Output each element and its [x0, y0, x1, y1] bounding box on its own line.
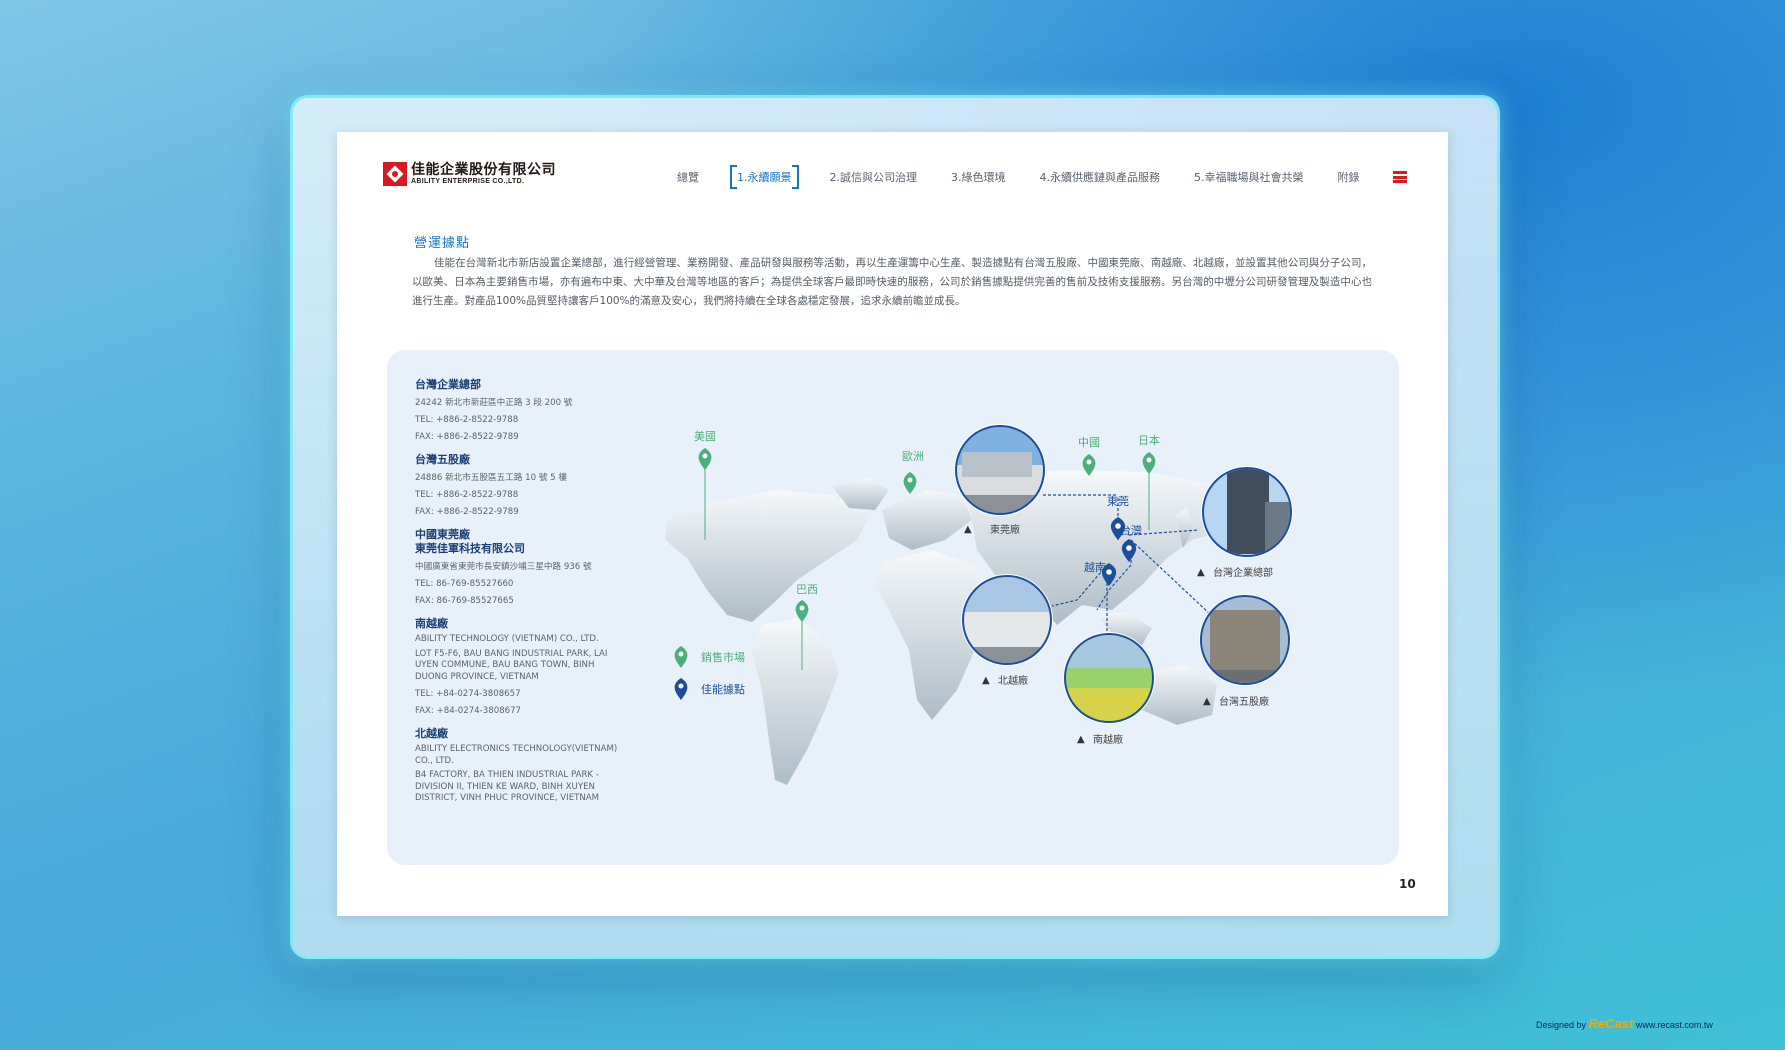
company: ABILITY TECHNOLOGY (VIETNAM) CO., LTD.	[415, 634, 599, 644]
photo-label-taiwan-wugu: 台灣五股廠	[1219, 695, 1269, 708]
address: 24242 新北市新莊區中正路 3 段 200 號	[415, 398, 573, 408]
report-page: 佳能企業股份有限公司 ABILITY ENTERPRISE CO.,LTD. 總…	[337, 132, 1448, 916]
europe	[882, 490, 972, 550]
tel: TEL: +886-2-8522-9788	[415, 415, 519, 425]
fax: FAX: +84-0274-3808677	[415, 706, 522, 716]
address: 中國廣東省東莞市長安鎮沙埔三星中路 936 號	[415, 562, 592, 572]
location-name: 台灣五股廠	[415, 453, 470, 466]
pin-label-dongguan: 東莞	[1107, 495, 1129, 508]
recast-logo: ReCast	[1588, 1016, 1634, 1031]
pin-label-usa: 美國	[694, 430, 716, 443]
svg-text:▲: ▲	[964, 524, 972, 535]
map-legend: 銷售市場 佳能據點	[674, 646, 745, 700]
credit-prefix: Designed by	[1536, 1020, 1587, 1030]
svg-text:▲: ▲	[1203, 696, 1211, 707]
hamburger-menu-icon[interactable]	[1393, 171, 1407, 183]
section-title: 營運據點	[414, 236, 471, 251]
pin-label-taiwan: 台灣	[1120, 523, 1142, 537]
location-wugu: 台灣五股廠 24886 新北市五股區五工路 10 號 5 樓 TEL: +886…	[415, 453, 625, 521]
pin-label-brazil: 巴西	[796, 583, 818, 596]
svg-text:▲: ▲	[1077, 734, 1085, 745]
tel: TEL: 86-769-85527660	[415, 579, 514, 589]
fax: FAX: 86-769-85527665	[415, 596, 514, 606]
photo-north-vietnam: ▲ 北越廠	[961, 574, 1053, 687]
photo-label-dongguan: 東莞廠	[990, 523, 1020, 536]
nav-workplace[interactable]: 5.幸福職場與社會共榮	[1194, 169, 1304, 185]
nav-governance[interactable]: 2.誠信與公司治理	[830, 169, 918, 185]
nav-sustainability-vision[interactable]: 1.永續願景	[730, 165, 798, 189]
nav-overview[interactable]: 總覽	[677, 169, 699, 185]
logo-mark-icon	[383, 162, 407, 186]
credit-url: www.recast.com.tw	[1635, 1020, 1713, 1030]
nav-environment[interactable]: 3.綠色環境	[951, 169, 1006, 185]
photo-south-vietnam: ▲ 南越廠	[1063, 632, 1155, 746]
photo-label-south-vietnam: 南越廠	[1093, 733, 1123, 746]
svg-text:▲: ▲	[982, 675, 990, 686]
location-name: 北越廠	[415, 727, 448, 740]
north-america	[665, 490, 872, 622]
photo-label-north-vietnam: 北越廠	[998, 674, 1028, 687]
location-north-vietnam: 北越廠 ABILITY ELECTRONICS TECHNOLOGY(VIETN…	[415, 727, 625, 805]
page-number: 10	[1399, 877, 1416, 891]
intro-paragraph: 佳能在台灣新北市新店設置企業總部，進行經營管理、業務開發、產品研發與服務等活動，…	[412, 257, 1372, 307]
world-map: 美國 歐洲 中國 日本 巴西 東莞 台灣 越南 ▲ 東莞廠 ▲ 台灣企業總部 ▲…	[627, 390, 1399, 860]
nav-supply-chain[interactable]: 4.永續供應鏈與產品服務	[1040, 169, 1161, 185]
locations-panel: 台灣企業總部 24242 新北市新莊區中正路 3 段 200 號 TEL: +8…	[387, 350, 1399, 865]
fax: FAX: +886-2-8522-9789	[415, 432, 519, 442]
address: LOT F5-F6, BAU BANG INDUSTRIAL PARK, LAI…	[415, 648, 608, 682]
pin-china: 中國	[1078, 436, 1100, 476]
svg-text:▲: ▲	[1197, 567, 1205, 578]
company: ABILITY ELECTRONICS TECHNOLOGY(VIETNAM) …	[415, 744, 618, 766]
company-logo[interactable]: 佳能企業股份有限公司 ABILITY ENTERPRISE CO.,LTD.	[383, 162, 556, 186]
location-name: 台灣企業總部	[415, 378, 481, 391]
location-name: 南越廠	[415, 617, 448, 630]
photo-label-taiwan-hq: 台灣企業總部	[1213, 566, 1273, 579]
location-list: 台灣企業總部 24242 新北市新莊區中正路 3 段 200 號 TEL: +8…	[415, 378, 625, 812]
pin-label-vietnam: 越南	[1084, 560, 1106, 574]
location-hq: 台灣企業總部 24242 新北市新莊區中正路 3 段 200 號 TEL: +8…	[415, 378, 625, 446]
address: 24886 新北市五股區五工路 10 號 5 樓	[415, 473, 567, 483]
location-south-vietnam: 南越廠 ABILITY TECHNOLOGY (VIETNAM) CO., LT…	[415, 617, 625, 720]
pin-label-japan: 日本	[1138, 433, 1160, 447]
logo-en: ABILITY ENTERPRISE CO.,LTD.	[411, 177, 525, 185]
pin-label-china: 中國	[1078, 436, 1100, 449]
photo-taiwan-hq: ▲ 台灣企業總部	[1197, 466, 1293, 579]
pin-label-europe: 歐洲	[902, 449, 924, 463]
location-dongguan: 中國東莞廠 東莞佳軍科技有限公司 中國廣東省東莞市長安鎮沙埔三星中路 936 號…	[415, 528, 625, 610]
south-america	[752, 618, 839, 785]
legend-sales: 銷售市場	[701, 650, 745, 664]
tel: TEL: +886-2-8522-9788	[415, 490, 519, 500]
tel: TEL: +84-0274-3808657	[415, 689, 521, 699]
legend-sites: 佳能據點	[701, 682, 745, 696]
location-name: 中國東莞廠 東莞佳軍科技有限公司	[415, 528, 525, 555]
pin-europe: 歐洲	[902, 449, 924, 494]
designer-credit[interactable]: Designed by ReCast www.recast.com.tw	[1536, 1016, 1713, 1031]
address: B4 FACTORY, BA THIEN INDUSTRIAL PARK - D…	[415, 770, 600, 803]
top-nav: 總覽 1.永續願景 2.誠信與公司治理 3.綠色環境 4.永續供應鏈與產品服務 …	[677, 165, 1394, 189]
logo-cn: 佳能企業股份有限公司	[411, 161, 556, 178]
nav-appendix[interactable]: 附錄	[1338, 169, 1360, 185]
fax: FAX: +886-2-8522-9789	[415, 507, 519, 517]
